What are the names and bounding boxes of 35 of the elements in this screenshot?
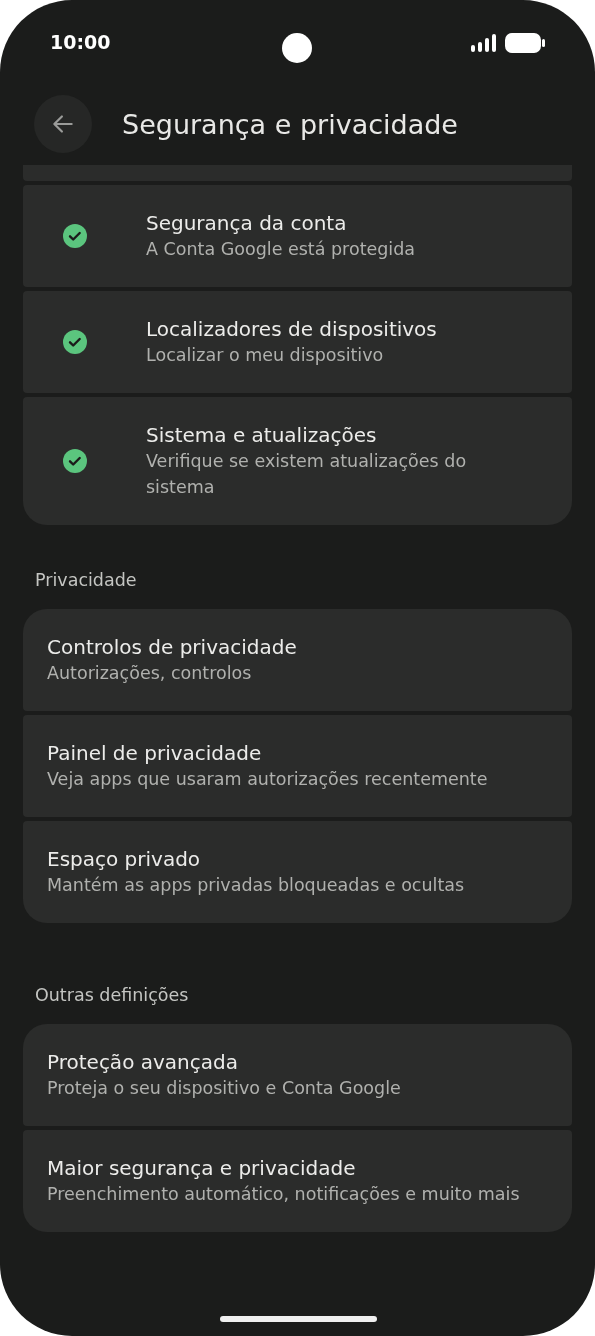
settings-item[interactable]: Espaço privado Mantém as apps privadas bloqueadas e ocultas xyxy=(23,821,572,923)
item-title: Maior segurança e privacidade xyxy=(47,1155,357,1181)
settings-item[interactable]: Painel de privacidade Veja apps que usaram autorizações recentemente xyxy=(23,715,572,817)
item-title: Painel de privacidade xyxy=(47,740,263,766)
item-subtitle: A Conta Google está protegida xyxy=(146,238,416,261)
settings-item[interactable]: Sistema e atualizações Verifique se existem atualizações do sistema xyxy=(23,397,572,525)
check-circle-icon xyxy=(63,224,87,248)
settings-item[interactable]: Maior segurança e privacidade Preenchimento automático, notificações e muito mais xyxy=(23,1130,572,1232)
home-indicator[interactable] xyxy=(220,1316,377,1322)
check-circle-icon xyxy=(63,330,87,354)
section-header: Outras definições xyxy=(34,984,190,1007)
check-circle-icon xyxy=(63,449,87,473)
item-subtitle: Veja apps que usaram autorizações recentemente xyxy=(47,768,488,791)
item-subtitle: Verifique se existem atualizações do sistema xyxy=(146,450,468,499)
item-title: Localizadores de dispositivos xyxy=(146,316,437,342)
item-subtitle: Localizar o meu dispositivo xyxy=(146,344,385,367)
item-title: Segurança da conta xyxy=(146,210,348,236)
item-subtitle: Preenchimento automático, notificações e muito mais xyxy=(47,1183,520,1206)
section-header: Privacidade xyxy=(34,569,138,592)
item-title: Controlos de privacidade xyxy=(47,634,297,660)
item-subtitle: Autorizações, controlos xyxy=(47,662,253,685)
settings-item[interactable]: Localizadores de dispositivos Localizar o meu dispositivo xyxy=(23,291,572,393)
item-title: Espaço privado xyxy=(47,846,202,872)
item-subtitle: Proteja o seu dispositivo e Conta Google xyxy=(47,1077,401,1100)
settings-item[interactable]: Proteção avançada Proteja o seu dispositivo e Conta Google xyxy=(23,1024,572,1126)
item-subtitle: Mantém as apps privadas bloqueadas e ocultas xyxy=(47,874,465,897)
page-title: Segurança e privacidade xyxy=(122,108,458,140)
settings-item[interactable]: Controlos de privacidade Autorizações, controlos xyxy=(23,609,572,711)
item-title: Proteção avançada xyxy=(47,1049,239,1075)
signal-icon xyxy=(471,34,497,52)
camera-hole xyxy=(282,33,312,63)
status-time: 10:00 xyxy=(50,30,111,54)
settings-item[interactable]: Segurança da conta A Conta Google está protegida xyxy=(23,185,572,287)
item-title: Sistema e atualizações xyxy=(146,422,378,448)
battery-icon xyxy=(505,33,545,53)
